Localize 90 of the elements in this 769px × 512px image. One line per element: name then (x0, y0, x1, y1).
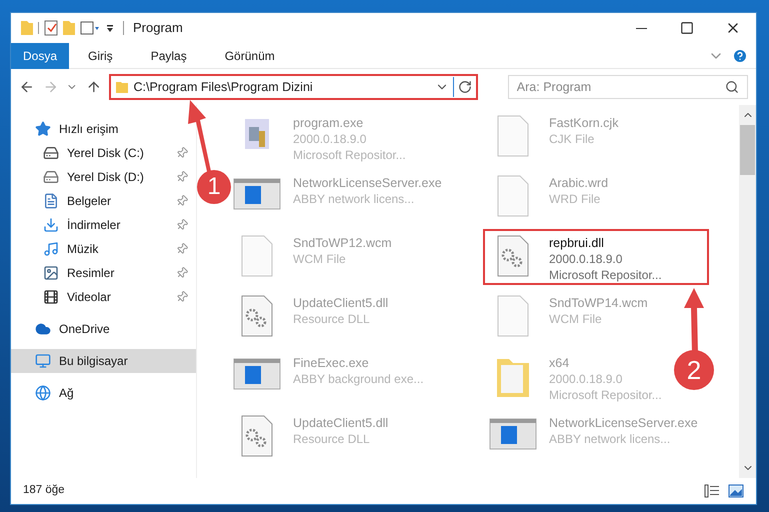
file-icon (240, 235, 274, 277)
cloud-icon (35, 321, 51, 337)
drive-icon (43, 169, 59, 185)
drive-icon (43, 145, 59, 161)
download-icon (43, 217, 59, 233)
file-detail: Microsoft Repositor... (549, 267, 662, 283)
search-icon[interactable] (725, 80, 739, 94)
sidebar-label: Belgeler (67, 193, 112, 210)
file-name: UpdateClient5.dll (293, 295, 388, 311)
ribbon-tab[interactable]: Paylaş (132, 42, 206, 68)
scrollbar-thumb[interactable] (740, 125, 755, 175)
sidebar-item[interactable]: Videolar (11, 285, 196, 309)
file-detail: Microsoft Repositor... (549, 387, 662, 403)
file-detail: WCM File (549, 311, 603, 327)
sidebar-label: Resimler (67, 265, 116, 282)
file-name: x64 (549, 355, 570, 371)
file-detail: WRD File (549, 191, 602, 207)
up-icon[interactable] (86, 79, 102, 95)
monitor-icon (35, 353, 51, 369)
sidebar-item[interactable]: Hızlı erişim (11, 117, 196, 141)
sidebar-label: İndirmeler (67, 217, 122, 234)
help-icon[interactable] (732, 48, 748, 64)
back-icon[interactable] (19, 79, 35, 95)
file-item[interactable]: repbrui.dll 2000.0.18.9.0 Microsoft Repositor... (483, 229, 709, 285)
sidebar-item[interactable]: İndirmeler (11, 213, 196, 237)
file-name: program.exe (293, 115, 364, 131)
gear-file-icon (496, 235, 530, 277)
sidebar-item[interactable]: Resimler (11, 261, 196, 285)
search-field[interactable]: Ara: Program (508, 75, 748, 99)
sidebar-item[interactable]: Ağ (11, 381, 196, 405)
document-icon (43, 193, 59, 209)
ribbon-tab[interactable]: Görünüm (206, 42, 294, 68)
sidebar-label: Yerel Disk (C:) (67, 145, 145, 162)
tiles-view-icon[interactable] (728, 484, 744, 498)
ribbon-tab[interactable]: Dosya (11, 42, 70, 68)
quick-access-toolbar-icon[interactable] (19, 19, 125, 37)
item-count: 187 öğe (23, 483, 65, 498)
sidebar-label: Videolar (67, 289, 112, 306)
file-icon (496, 295, 530, 337)
maximize-icon (680, 21, 694, 35)
file-detail: ABBY background exe... (293, 371, 424, 387)
sidebar-item[interactable]: Müzik (11, 237, 196, 261)
music-note-icon (43, 241, 59, 257)
file-detail: Resource DLL (293, 431, 371, 447)
address-bar[interactable]: C:\Program Files\Program Dizini (109, 74, 478, 100)
gear-file-icon (240, 295, 274, 337)
sidebar-label: Bu bilgisayar (59, 353, 129, 370)
sidebar-label: Ağ (59, 385, 75, 402)
file-icon (496, 115, 530, 157)
file-detail: WCM File (293, 251, 347, 267)
file-name: Arabic.wrd (549, 175, 608, 191)
file-icon (496, 175, 530, 217)
file-name: NetworkLicenseServer.exe (549, 415, 698, 431)
file-detail: ABBY network licens... (549, 431, 672, 447)
sidebar-item[interactable]: Yerel Disk (C:) (11, 141, 196, 165)
file-detail: Resource DLL (293, 311, 371, 327)
sidebar-label: Müzik (67, 241, 100, 258)
file-detail: 2000.0.18.9.0 (549, 251, 624, 267)
sidebar-label: Hızlı erişim (59, 121, 120, 138)
folder-icon (115, 80, 130, 94)
file-name: NetworkLicenseServer.exe (293, 175, 442, 191)
scrollbar[interactable] (739, 105, 756, 478)
file-name: FastKorn.cjk (549, 115, 618, 131)
file-detail: Microsoft Repositor... (293, 147, 406, 163)
refresh-icon[interactable] (458, 80, 472, 94)
file-detail: 2000.0.18.9.0 (293, 131, 368, 147)
search-input[interactable]: Ara: Program (516, 78, 725, 96)
sidebar-label: OneDrive (59, 321, 111, 338)
file-detail: 2000.0.18.9.0 (549, 371, 624, 387)
file-name: UpdateClient5.dll (293, 415, 388, 431)
sidebar-label: Yerel Disk (D:) (67, 169, 145, 186)
window-title: Program (133, 19, 183, 38)
address-text: C:\Program Files\Program Dizini (133, 78, 314, 96)
file-name: repbrui.dll (549, 235, 605, 251)
sidebar-item[interactable]: Yerel Disk (D:) (11, 165, 196, 189)
file-name: SndToWP12.wcm (293, 235, 392, 251)
gear-file-icon (240, 415, 274, 457)
file-name: SndToWP14.wcm (549, 295, 648, 311)
ribbon-tab[interactable]: Giriş (69, 42, 132, 68)
film-icon (43, 289, 59, 305)
sidebar-item[interactable]: Bu bilgisayar (11, 349, 196, 373)
star-icon (35, 121, 51, 137)
file-name: FineExec.exe (293, 355, 370, 371)
file-detail: ABBY network licens... (293, 191, 416, 207)
sidebar-item[interactable]: OneDrive (11, 317, 196, 341)
sidebar-item[interactable]: Belgeler (11, 189, 196, 213)
file-detail: CJK File (549, 131, 596, 147)
details-view-icon[interactable] (704, 484, 720, 498)
network-icon (35, 385, 51, 401)
picture-icon (43, 265, 59, 281)
